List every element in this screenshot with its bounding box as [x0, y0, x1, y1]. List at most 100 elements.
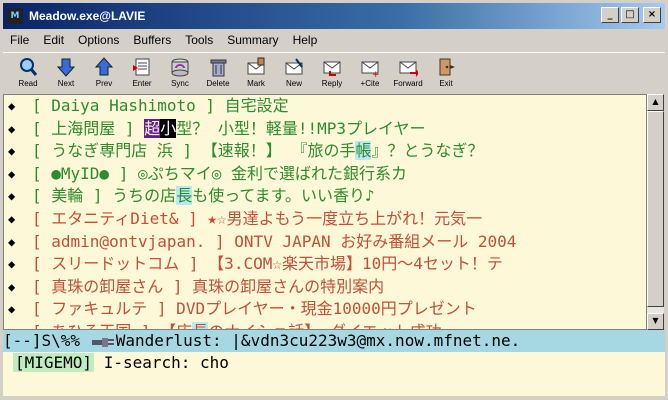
toolbar: Read Next Prev Enter Sync Delete Mark Ne…	[3, 52, 665, 92]
summary-subject: ◎ぷちマイ◎ 金利で選ばれた銀行系カ	[128, 163, 408, 183]
scroll-up-icon[interactable]: ▲	[647, 94, 664, 111]
search-match-highlight: 超	[144, 118, 161, 138]
sync-label: Sync	[171, 79, 189, 88]
reply-label: Reply	[321, 79, 343, 88]
summary-row[interactable]: ◆ [ うなぎ専門店 浜 ] 【速報！】 『旅の手帳』？とうなぎ？	[4, 140, 646, 163]
summary-subject: DVDプレイヤー・現金10000円プレゼント	[166, 299, 477, 319]
summary-subject-rest: も使ってます。いい香り♪	[192, 186, 375, 206]
row-marker-icon: ◆	[8, 302, 16, 317]
minimize-button[interactable]: _	[601, 7, 619, 23]
cursor-highlight: 小	[160, 118, 177, 138]
cite-label: +Cite	[360, 79, 380, 88]
menu-summary[interactable]: Summary	[220, 33, 285, 47]
exit-label: Exit	[439, 79, 453, 88]
summary-buffer[interactable]: ◆ [ Daiya Hashimoto ] 自宅設定 ◆ [ 上海問屋 ] 超小…	[3, 94, 647, 330]
maximize-button[interactable]: □	[621, 7, 639, 23]
summary-row[interactable]: ◆ [ エタニティDiet& ] ★☆男達よもう一度立ち上がれ！元気一	[4, 208, 646, 231]
meadow-app-icon[interactable]: M	[7, 8, 23, 24]
prev-button[interactable]: Prev	[85, 53, 123, 88]
new-button[interactable]: New	[275, 53, 313, 88]
mark-icon	[245, 56, 267, 78]
next-label: Next	[57, 79, 75, 88]
summary-sender: [ 美輪 ]	[32, 186, 103, 206]
summary-row[interactable]: ◆ [ Daiya Hashimoto ] 自宅設定	[4, 95, 646, 118]
delete-button[interactable]: Delete	[199, 53, 237, 88]
reply-icon	[321, 56, 343, 78]
sync-button[interactable]: Sync	[161, 53, 199, 88]
summary-sender: [ ●MyID● ]	[32, 163, 129, 183]
delete-label: Delete	[206, 79, 230, 88]
modeline-status: [--]S\%%	[3, 331, 90, 350]
search-match-highlight: 帳	[355, 141, 372, 161]
summary-subject: うちの店	[102, 186, 177, 206]
summary-subject: ONTV JAPAN お好み番組メール 2004	[224, 231, 517, 251]
summary-sender: [ Daiya Hashimoto ]	[32, 96, 216, 115]
menu-bar: File Edit Options Buffers Tools Summary …	[3, 30, 665, 50]
summary-sender: [ ファキュルテ ]	[32, 299, 167, 319]
summary-subject: 【店	[151, 322, 192, 329]
search-match-highlight: 長	[176, 186, 193, 206]
row-marker-icon: ◆	[8, 121, 16, 136]
summary-row[interactable]: ◆ [ 美輪 ] うちの店長も使ってます。いい香り♪	[4, 185, 646, 208]
row-marker-icon: ◆	[8, 166, 16, 181]
summary-subject: 【速報！】 『旅の手	[192, 141, 356, 161]
row-marker-icon: ◆	[8, 211, 16, 226]
summary-row[interactable]: ◆ [ 上海問屋 ] 超小型？ 小型！軽量!!MP3プレイヤー	[4, 118, 646, 141]
menu-help[interactable]: Help	[286, 33, 325, 47]
summary-sender: [ スリードットコム ]	[32, 254, 199, 274]
menu-buffers[interactable]: Buffers	[126, 33, 178, 47]
isearch-prompt[interactable]: I-search: cho	[94, 353, 229, 372]
prev-label: Prev	[95, 79, 113, 88]
mark-button[interactable]: Mark	[237, 53, 275, 88]
summary-row[interactable]: ◆ [ 真珠の卸屋さん ] 真珠の卸屋さんの特別案内	[4, 276, 646, 299]
vertical-scrollbar[interactable]: ▲ ▼	[647, 94, 664, 330]
summary-subject-rest: 型？ 小型！軽量!!MP3プレイヤー	[176, 118, 426, 138]
summary-sender: [ 上海問屋 ]	[32, 118, 135, 138]
exit-button[interactable]: Exit	[427, 53, 465, 88]
scroll-down-icon[interactable]: ▼	[647, 313, 664, 330]
close-button[interactable]: ×	[643, 7, 661, 23]
summary-row[interactable]: ◆ [ ●MyID● ] ◎ぷちマイ◎ 金利で選ばれた銀行系カ	[4, 163, 646, 186]
menu-file[interactable]: File	[3, 33, 36, 47]
search-match-highlight: 長	[192, 321, 209, 329]
arrow-down-icon	[55, 56, 77, 78]
minibuffer[interactable]: [MIGEMO] I-search: cho	[3, 352, 665, 396]
mode-line: [--]S\%% Wanderlust: |&vdn3cu223w3@mx.no…	[3, 330, 665, 352]
row-marker-icon: ◆	[8, 234, 16, 249]
enter-button[interactable]: Enter	[123, 53, 161, 88]
next-button[interactable]: Next	[47, 53, 85, 88]
magnifier-icon	[17, 56, 39, 78]
summary-row[interactable]: ◆ [ スリードットコム ] 【3.COM☆楽天市場】10円～4セット！テ	[4, 253, 646, 276]
plug-icon	[91, 337, 114, 347]
read-button[interactable]: Read	[9, 53, 47, 88]
row-marker-icon: ◆	[8, 99, 16, 113]
menu-tools[interactable]: Tools	[178, 33, 220, 47]
menu-options[interactable]: Options	[71, 33, 126, 47]
summary-subject	[135, 119, 145, 138]
delete-icon	[207, 56, 229, 78]
row-marker-icon: ◆	[8, 321, 15, 329]
row-marker-icon: ◆	[8, 279, 16, 294]
scroll-thumb[interactable]	[647, 111, 664, 307]
menu-edit[interactable]: Edit	[36, 33, 71, 47]
row-marker-icon: ◆	[8, 144, 16, 159]
forward-button[interactable]: Forward	[389, 53, 427, 88]
summary-row[interactable]: ◆ [ あひる天国 ] 【店長のナイショ話】 ダイエット成功	[4, 321, 646, 329]
summary-row[interactable]: ◆ [ ファキュルテ ] DVDプレイヤー・現金10000円プレゼント	[4, 298, 646, 321]
reply-button[interactable]: Reply	[313, 53, 351, 88]
title-bar[interactable]: M Meadow.exe@LAVIE _ □ ×	[3, 3, 665, 29]
summary-subject: 真珠の卸屋さんの特別案内	[182, 276, 385, 296]
cite-button[interactable]: + +Cite	[351, 53, 389, 88]
arrow-up-icon	[93, 56, 115, 78]
summary-subject: ★☆男達よもう一度立ち上がれ！元気一	[197, 208, 483, 228]
exit-icon	[435, 56, 457, 78]
summary-row[interactable]: ◆ [ admin@ontvjapan. ] ONTV JAPAN お好み番組メ…	[4, 231, 646, 254]
summary-subject-rest: 』？とうなぎ？	[371, 141, 484, 161]
row-marker-icon: ◆	[8, 189, 16, 204]
migemo-indicator: [MIGEMO]	[13, 353, 95, 372]
summary-subject: 自宅設定	[215, 96, 289, 115]
forward-icon	[397, 56, 419, 78]
summary-sender: [ エタニティDiet& ]	[32, 208, 198, 228]
read-label: Read	[18, 79, 38, 88]
summary-subject-rest: のナイショ話】 ダイエット成功	[208, 322, 441, 329]
